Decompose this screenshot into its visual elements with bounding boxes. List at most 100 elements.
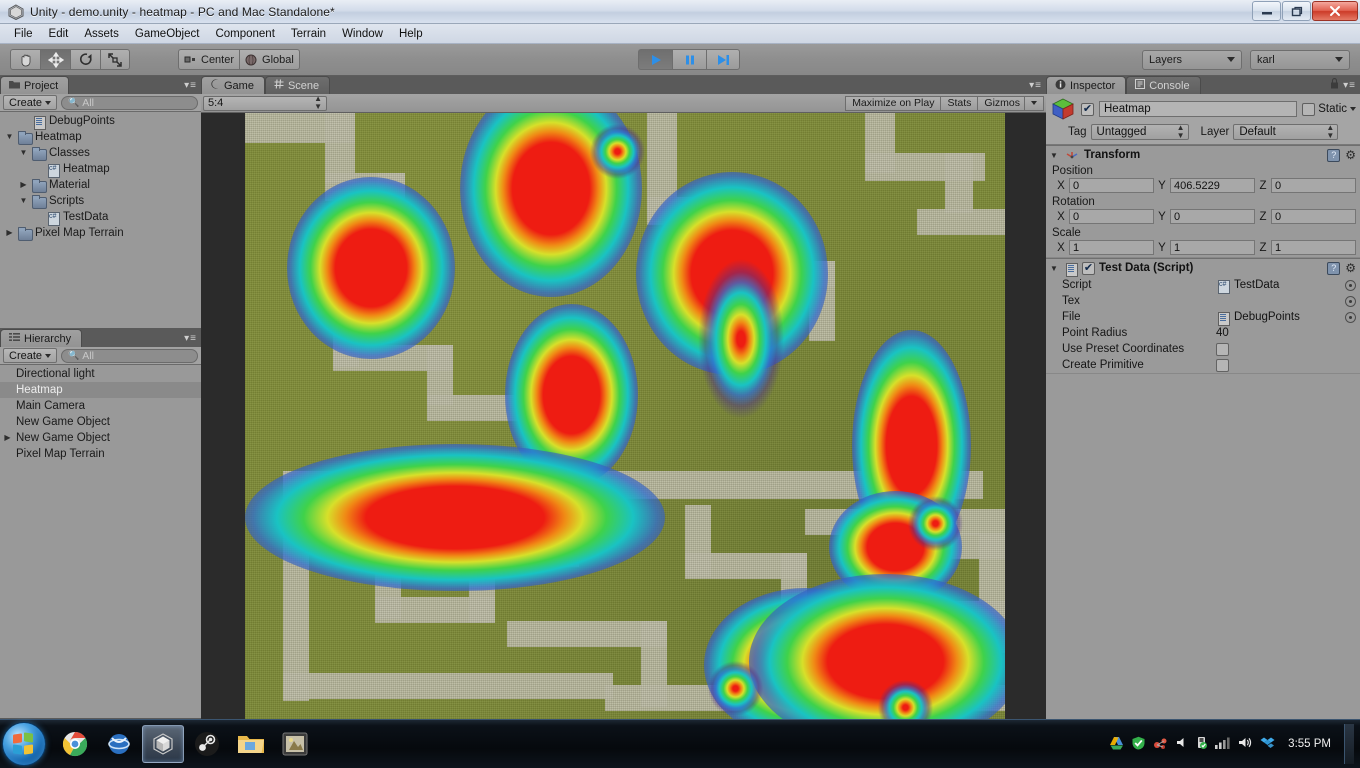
- project-item-material[interactable]: ▶ Material: [0, 177, 201, 193]
- menu-window[interactable]: Window: [334, 26, 391, 42]
- taskbar-chrome-icon[interactable]: [54, 725, 96, 763]
- tab-hierarchy[interactable]: Hierarchy: [0, 329, 83, 347]
- static-checkbox[interactable]: [1302, 102, 1316, 116]
- object-reference-field[interactable]: [1216, 295, 1341, 308]
- antivirus-icon[interactable]: [1131, 736, 1146, 753]
- object-reference-field[interactable]: TestData: [1216, 279, 1341, 294]
- transform-component-header[interactable]: ▼ Transform ? ⚙: [1046, 146, 1360, 164]
- tab-scene[interactable]: Scene: [264, 76, 331, 94]
- chevron-down-icon[interactable]: ▼: [1050, 264, 1060, 273]
- project-item-heatmap[interactable]: ▼ Heatmap: [0, 129, 201, 145]
- game-view-canvas[interactable]: [201, 113, 1046, 719]
- script-component-header[interactable]: ▼ ✔ Test Data (Script) ? ⚙: [1046, 259, 1360, 277]
- hierarchy-search-input[interactable]: 🔍 All: [61, 348, 198, 363]
- taskbar-unity-icon[interactable]: [142, 725, 184, 763]
- speaker-mute-icon[interactable]: [1175, 736, 1188, 752]
- taskbar-clock[interactable]: 3:55 PM: [1288, 738, 1331, 750]
- chevron-down-icon[interactable]: ▼: [18, 149, 29, 157]
- hierarchy-create-button[interactable]: Create: [3, 348, 58, 363]
- object-picker-icon[interactable]: [1345, 295, 1356, 307]
- pivot-mode-button[interactable]: Center: [178, 49, 240, 70]
- rotate-tool-button[interactable]: [70, 49, 100, 70]
- taskbar-photo-app-icon[interactable]: [274, 725, 316, 763]
- hierarchy-item-main-camera[interactable]: ·Main Camera: [0, 398, 201, 414]
- menu-edit[interactable]: Edit: [41, 26, 77, 42]
- project-item-scripts[interactable]: ▼ Scripts: [0, 193, 201, 209]
- help-icon[interactable]: ?: [1327, 261, 1341, 275]
- usb-icon[interactable]: [1195, 736, 1208, 753]
- move-tool-button[interactable]: [40, 49, 70, 70]
- menu-file[interactable]: File: [6, 26, 41, 42]
- rotation-z-field[interactable]: 0: [1271, 209, 1356, 224]
- object-picker-icon[interactable]: [1345, 279, 1356, 291]
- layers-dropdown[interactable]: Layers: [1142, 49, 1242, 70]
- tab-project[interactable]: Project: [0, 76, 70, 94]
- project-item-heatmap[interactable]: · Heatmap: [0, 161, 201, 178]
- project-item-classes[interactable]: ▼ Classes: [0, 145, 201, 161]
- hierarchy-item-heatmap[interactable]: ·Heatmap: [0, 382, 201, 398]
- scale-tool-button[interactable]: [100, 49, 130, 70]
- chevron-down-icon[interactable]: [1350, 107, 1356, 111]
- chevron-down-icon[interactable]: ▼: [1050, 151, 1060, 160]
- project-create-button[interactable]: Create: [3, 95, 58, 110]
- menu-help[interactable]: Help: [391, 26, 431, 42]
- help-icon[interactable]: ?: [1327, 148, 1341, 162]
- menu-terrain[interactable]: Terrain: [283, 26, 334, 42]
- project-panel-menu-icon[interactable]: ▾≡: [184, 80, 197, 91]
- minimize-button[interactable]: [1252, 1, 1281, 21]
- hierarchy-panel-menu-icon[interactable]: ▾≡: [184, 333, 197, 344]
- tab-game[interactable]: Game: [201, 76, 265, 94]
- project-item-pixel-map-terrain[interactable]: ▶ Pixel Map Terrain: [0, 225, 201, 241]
- signal-icon[interactable]: [1215, 736, 1231, 752]
- property-checkbox[interactable]: [1216, 358, 1229, 372]
- play-button[interactable]: [638, 49, 672, 70]
- menu-assets[interactable]: Assets: [76, 26, 127, 42]
- gizmos-dropdown-button[interactable]: [1024, 95, 1044, 111]
- hand-tool-button[interactable]: [10, 49, 40, 70]
- volume-icon[interactable]: [1238, 736, 1253, 752]
- lock-icon[interactable]: [1330, 78, 1339, 92]
- game-panel-menu-icon[interactable]: ▾≡: [1029, 80, 1042, 91]
- chevron-down-icon[interactable]: ▼: [18, 197, 29, 205]
- object-name-field[interactable]: Heatmap: [1099, 101, 1298, 117]
- hierarchy-item-new-game-object[interactable]: ·New Game Object: [0, 414, 201, 430]
- hierarchy-item-pixel-map-terrain[interactable]: ·Pixel Map Terrain: [0, 446, 201, 462]
- rotation-y-field[interactable]: 0: [1170, 209, 1255, 224]
- tab-inspector[interactable]: Inspector: [1046, 76, 1127, 94]
- project-tree[interactable]: · DebugPoints ▼ Heatmap ▼ Classes · Heatmap ▶ Mat…: [0, 112, 201, 328]
- script-enabled-checkbox[interactable]: ✔: [1082, 261, 1095, 275]
- hierarchy-tree[interactable]: ·Directional light·Heatmap·Main Camera·N…: [0, 365, 201, 718]
- chevron-right-icon[interactable]: ▶: [4, 229, 15, 237]
- gear-icon[interactable]: ⚙: [1345, 149, 1356, 161]
- position-y-field[interactable]: 406.5229: [1170, 178, 1255, 193]
- rotation-x-field[interactable]: 0: [1069, 209, 1154, 224]
- scale-z-field[interactable]: 1: [1271, 240, 1356, 255]
- gear-icon[interactable]: ⚙: [1345, 262, 1356, 274]
- maximize-on-play-button[interactable]: Maximize on Play: [845, 95, 941, 111]
- pause-button[interactable]: [672, 49, 706, 70]
- show-desktop-button[interactable]: [1344, 724, 1354, 764]
- aspect-ratio-dropdown[interactable]: 5:4 ▲ ▼: [203, 95, 327, 111]
- step-button[interactable]: [706, 49, 740, 70]
- scale-y-field[interactable]: 1: [1170, 240, 1255, 255]
- pivot-rotation-button[interactable]: Global: [239, 49, 300, 70]
- tag-dropdown[interactable]: Untagged ▲ ▼: [1090, 124, 1189, 140]
- gizmos-button[interactable]: Gizmos: [977, 95, 1024, 111]
- position-z-field[interactable]: 0: [1271, 178, 1356, 193]
- project-item-debugpoints[interactable]: · DebugPoints: [0, 113, 201, 130]
- dropbox-icon[interactable]: [1260, 736, 1275, 753]
- taskbar-explorer-icon[interactable]: [230, 725, 272, 763]
- object-picker-icon[interactable]: [1345, 311, 1356, 323]
- scale-x-field[interactable]: 1: [1069, 240, 1154, 255]
- chevron-right-icon[interactable]: ▶: [2, 434, 13, 442]
- layout-dropdown[interactable]: karl: [1250, 49, 1350, 70]
- hierarchy-item-directional-light[interactable]: ·Directional light: [0, 366, 201, 382]
- project-item-testdata[interactable]: · TestData: [0, 209, 201, 226]
- taskbar-steam-icon[interactable]: [186, 725, 228, 763]
- object-enabled-checkbox[interactable]: ✔: [1081, 102, 1094, 116]
- menu-gameobject[interactable]: GameObject: [127, 26, 208, 42]
- stats-button[interactable]: Stats: [940, 95, 978, 111]
- taskbar-browser-icon[interactable]: [98, 725, 140, 763]
- restore-button[interactable]: [1282, 1, 1311, 21]
- chevron-down-icon[interactable]: ▼: [4, 133, 15, 141]
